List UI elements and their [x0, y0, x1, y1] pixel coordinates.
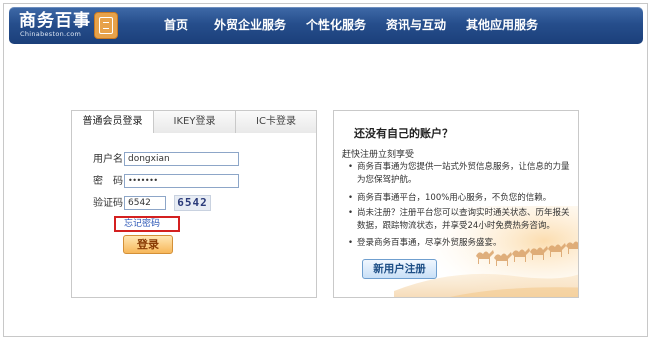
nav-news-interaction[interactable]: 资讯与互动: [386, 7, 446, 44]
top-navigation-bar: 商务百事 Chinabeston.com 首页 外贸企业服务 个性化服务 资讯与…: [9, 7, 643, 44]
register-button[interactable]: 新用户注册: [362, 259, 437, 279]
captcha-input[interactable]: 6542: [124, 196, 166, 210]
login-button[interactable]: 登录: [123, 235, 173, 254]
forgot-password-link[interactable]: 忘记密码: [124, 219, 160, 230]
bullet-icon: •: [348, 238, 354, 248]
nav-foreign-trade-services[interactable]: 外贸企业服务: [214, 7, 286, 44]
forgot-password-highlight: 忘记密码: [114, 216, 180, 232]
logo-seal-icon: [94, 12, 118, 39]
nav-personalized-services[interactable]: 个性化服务: [306, 7, 366, 44]
benefit-text: 商务百事通平台，100%用心服务，不负您的信赖。: [357, 193, 552, 203]
tab-ikey-login[interactable]: IKEY登录: [154, 111, 236, 133]
register-panel: 还没有自己的账户？ 赶快注册立刻享受 • 商务百事通为您提供一站式外贸信息服务，…: [333, 110, 579, 298]
nav-other-services[interactable]: 其他应用服务: [466, 7, 538, 44]
tab-member-login[interactable]: 普通会员登录: [72, 111, 154, 133]
nav-home[interactable]: 首页: [164, 7, 188, 44]
benefit-item: • 商务百事通为您提供一站式外贸信息服务，让信息的力量为您保驾护航。: [348, 161, 570, 187]
benefit-text: 登录商务百事通，尽享外贸服务盛宴。: [357, 238, 502, 248]
register-subtitle: 赶快注册立刻享受: [342, 150, 415, 160]
benefit-text: 尚未注册？注册平台您可以查询实时通关状态、历年报关数据，跟踪物流状态，并享受24…: [357, 208, 570, 231]
login-panel: 普通会员登录 IKEY登录 IC卡登录 用户名: dongxian 密 码: •…: [71, 110, 317, 298]
bullet-icon: •: [348, 162, 354, 172]
tab-ic-card-login[interactable]: IC卡登录: [236, 111, 316, 133]
benefit-item: • 尚未注册？注册平台您可以查询实时通关状态、历年报关数据，跟踪物流状态，并享受…: [348, 207, 570, 233]
bullet-icon: •: [348, 193, 354, 203]
register-title: 还没有自己的账户？: [354, 127, 453, 140]
logo-text: 商务百事: [19, 11, 91, 31]
login-tabs: 普通会员登录 IKEY登录 IC卡登录: [72, 111, 316, 133]
site-logo[interactable]: 商务百事 Chinabeston.com: [19, 11, 119, 41]
benefit-item: • 登录商务百事通，尽享外贸服务盛宴。: [348, 237, 570, 250]
benefit-text: 商务百事通为您提供一站式外贸信息服务，让信息的力量为您保驾护航。: [357, 162, 570, 185]
logo-domain: Chinabeston.com: [20, 30, 82, 38]
captcha-image[interactable]: 6542: [174, 195, 211, 211]
captcha-label: 验证码:: [93, 198, 127, 209]
username-input[interactable]: dongxian: [124, 152, 239, 166]
benefit-item: • 商务百事通平台，100%用心服务，不负您的信赖。: [348, 192, 570, 205]
password-label: 密 码:: [93, 176, 127, 187]
bullet-icon: •: [348, 208, 354, 218]
username-label: 用户名:: [93, 154, 127, 165]
password-input[interactable]: •••••••: [124, 174, 239, 188]
